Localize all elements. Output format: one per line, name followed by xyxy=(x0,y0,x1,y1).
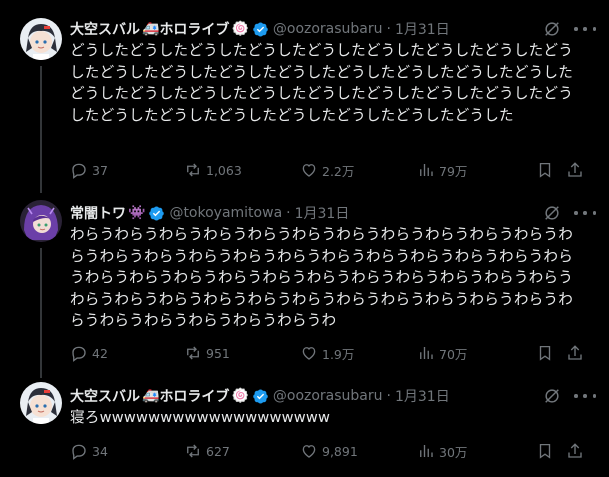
share-icon xyxy=(568,443,582,458)
avatar[interactable] xyxy=(20,200,62,242)
repost-count: 627 xyxy=(206,443,230,459)
views-count: 70万 xyxy=(439,346,468,362)
avatar[interactable] xyxy=(20,382,62,424)
tweet-date[interactable]: 1月31日 xyxy=(395,19,450,39)
views-icon xyxy=(420,347,433,359)
share-button[interactable] xyxy=(566,160,584,180)
tweet-header: 大空スバル 🚑 ホロライブ 🍥 @oozorasubaru · 1月31日 xyxy=(70,19,450,39)
verified-badge-icon xyxy=(252,21,269,38)
reply-icon xyxy=(72,163,86,179)
repost-button[interactable]: 951 xyxy=(184,343,230,363)
user-handle[interactable]: @oozorasubaru xyxy=(273,388,383,404)
reply-count: 34 xyxy=(92,443,108,459)
grok-icon[interactable] xyxy=(543,204,561,222)
reply-button[interactable]: 37 xyxy=(70,160,108,180)
user-handle[interactable]: @tokoyamitowa xyxy=(169,205,282,221)
tweet-actions: 42 951 1.9万 70万 xyxy=(70,343,590,363)
tweet-text: どうしたどうしたどうしたどうしたどうしたどうしたどうしたどうしたどうしたどうした… xyxy=(70,42,573,124)
repost-count: 951 xyxy=(206,345,230,361)
repost-icon xyxy=(187,444,199,458)
like-count: 9,891 xyxy=(322,443,358,459)
separator-dot: · xyxy=(386,21,391,37)
ambulance-emoji: 🚑 xyxy=(142,388,160,404)
like-button[interactable]: 9,891 xyxy=(300,441,358,461)
views-count: 30万 xyxy=(439,444,468,460)
grok-icon[interactable] xyxy=(543,387,561,405)
verified-badge-icon xyxy=(252,388,269,405)
display-name-suffix[interactable]: ホロライブ xyxy=(159,19,229,39)
repost-icon xyxy=(187,163,199,177)
reply-count: 37 xyxy=(92,162,108,178)
thread-line-1 xyxy=(40,66,42,193)
tweet-header: 大空スバル 🚑 ホロライブ 🍥 @oozorasubaru · 1月31日 xyxy=(70,386,450,406)
like-count: 1.9万 xyxy=(322,346,355,362)
verified-badge-icon xyxy=(148,205,165,222)
bookmark-button[interactable] xyxy=(536,343,554,363)
tweet-text: 寝ろwwwwwwwwwwwwwwwwwww xyxy=(70,409,331,426)
bookmark-icon xyxy=(539,162,551,178)
reply-icon xyxy=(72,444,86,460)
tweet-actions: 37 1,063 2.2万 79万 xyxy=(70,160,590,180)
reply-icon xyxy=(72,346,86,362)
bookmark-icon xyxy=(539,443,551,459)
reply-count: 42 xyxy=(92,345,108,361)
separator-dot: · xyxy=(386,388,391,404)
tweet-header: 常闇トワ 👾 @tokoyamitowa · 1月31日 xyxy=(70,203,349,223)
heart-icon xyxy=(302,347,316,360)
separator-dot: · xyxy=(286,205,291,221)
repost-icon xyxy=(187,346,199,360)
reply-button[interactable]: 34 xyxy=(70,441,108,461)
share-button[interactable] xyxy=(566,343,584,363)
views-button[interactable]: 70万 xyxy=(417,343,467,363)
repost-button[interactable]: 627 xyxy=(184,441,230,461)
share-icon xyxy=(568,162,582,177)
avatar[interactable] xyxy=(20,18,62,60)
views-icon xyxy=(420,164,433,176)
tweet-actions: 34 627 9,891 30万 xyxy=(70,441,590,461)
reply-button[interactable]: 42 xyxy=(70,343,108,363)
views-button[interactable]: 79万 xyxy=(417,160,467,180)
display-name[interactable]: 大空スバル xyxy=(70,19,140,39)
thread-line-2 xyxy=(40,248,42,378)
badge-emoji: 🍥 xyxy=(231,388,249,404)
share-icon xyxy=(568,345,582,360)
views-icon xyxy=(420,445,433,457)
display-name-suffix[interactable]: ホロライブ xyxy=(159,386,229,406)
grok-icon[interactable] xyxy=(543,20,561,38)
badge-emoji: 🍥 xyxy=(231,21,249,37)
repost-button[interactable]: 1,063 xyxy=(184,160,242,180)
like-button[interactable]: 1.9万 xyxy=(300,343,354,363)
like-count: 2.2万 xyxy=(322,163,355,179)
user-handle[interactable]: @oozorasubaru xyxy=(273,21,383,37)
repost-count: 1,063 xyxy=(206,162,242,178)
views-button[interactable]: 30万 xyxy=(417,441,467,461)
bookmark-icon xyxy=(539,345,551,361)
views-count: 79万 xyxy=(439,163,468,179)
heart-icon xyxy=(302,164,316,177)
bookmark-button[interactable] xyxy=(536,441,554,461)
tweet-date[interactable]: 1月31日 xyxy=(395,386,450,406)
alien-monster-emoji: 👾 xyxy=(128,205,146,221)
more-options-icon[interactable] xyxy=(574,387,596,405)
ambulance-emoji: 🚑 xyxy=(142,21,160,37)
display-name[interactable]: 常闇トワ xyxy=(70,203,126,223)
tweet-date[interactable]: 1月31日 xyxy=(295,203,350,223)
more-options-icon[interactable] xyxy=(574,204,596,222)
share-button[interactable] xyxy=(566,441,584,461)
more-options-icon[interactable] xyxy=(574,20,596,38)
bookmark-button[interactable] xyxy=(536,160,554,180)
display-name[interactable]: 大空スバル xyxy=(70,386,140,406)
heart-icon xyxy=(302,445,316,458)
tweet-text: わらうわらうわらうわらうわらうわらうわらうわらうわらうわらうわらうわらうわらうわ… xyxy=(70,226,573,329)
like-button[interactable]: 2.2万 xyxy=(300,160,354,180)
